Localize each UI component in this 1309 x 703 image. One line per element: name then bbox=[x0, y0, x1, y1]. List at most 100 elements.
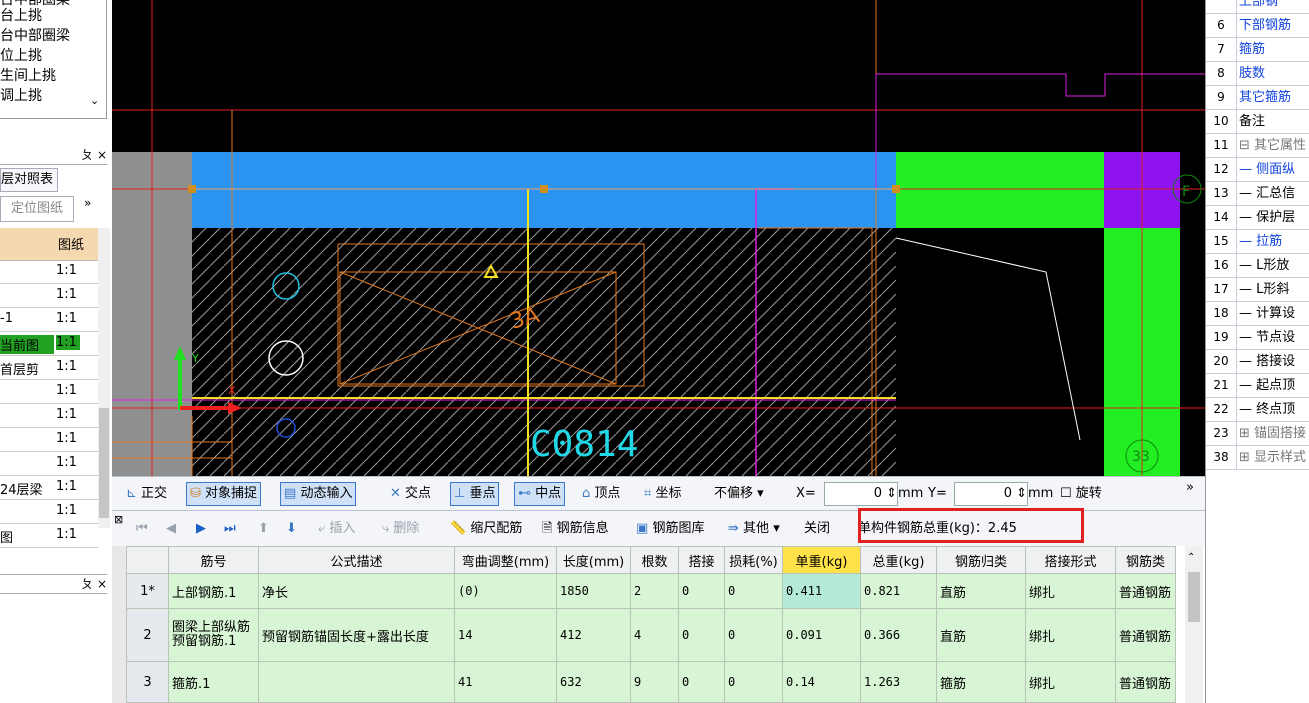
ortho-button[interactable]: ⊾ 正交 bbox=[126, 483, 167, 505]
drawing-canvas[interactable]: Y X C0814 3A F 33 bbox=[112, 0, 1205, 476]
layer-row[interactable]: 1:1 bbox=[0, 380, 98, 404]
property-row[interactable]: 17— L形斜 bbox=[1206, 278, 1309, 302]
property-row[interactable]: 12— 侧面纵 bbox=[1206, 158, 1309, 182]
property-row[interactable]: 9 其它箍筋 bbox=[1206, 86, 1309, 110]
col-header[interactable]: 总重(kg) bbox=[860, 546, 937, 574]
cell-formula[interactable]: 预留钢筋锚固长度+露出长度 bbox=[258, 608, 455, 662]
cell-unit-w[interactable]: 0.411 bbox=[782, 573, 861, 609]
close-pane-icon[interactable]: ⊠ bbox=[114, 513, 123, 526]
layer-row[interactable]: 1:1 bbox=[0, 260, 98, 284]
y-coordinate-input[interactable]: 0 ⇕ bbox=[954, 482, 1028, 506]
cell-count[interactable]: 4 bbox=[630, 608, 679, 662]
table-row[interactable]: 2 圈梁上部纵筋预留钢筋.1 预留钢筋锚固长度+露出长度 14 412 4 0 0 0.091 0… bbox=[126, 608, 1176, 662]
rebar-library-button[interactable]: ▣ 钢筋图库 bbox=[636, 519, 704, 539]
layer-row[interactable]: 1:1 bbox=[0, 428, 98, 452]
cell-lap[interactable]: 0 bbox=[678, 573, 725, 609]
row-number[interactable]: 1* bbox=[126, 573, 169, 609]
dynamic-input-button[interactable]: ▤ 动态输入 bbox=[280, 482, 357, 506]
cell-bend[interactable]: 14 bbox=[454, 608, 557, 662]
tree-item[interactable]: 位上挑 bbox=[0, 46, 42, 66]
table-row[interactable]: 1* 上部钢筋.1 净长 (0) 1850 2 0 0 0.411 0.821 直筋 绑扎 普通钢筋 bbox=[126, 573, 1176, 609]
cell-unit-w[interactable]: 0.14 bbox=[782, 661, 861, 703]
row-number[interactable]: 3 bbox=[126, 661, 169, 703]
cell-category[interactable]: 箍筋 bbox=[936, 661, 1026, 703]
property-row[interactable]: 21— 起点顶 bbox=[1206, 374, 1309, 398]
cell-lap-form[interactable]: 绑扎 bbox=[1025, 573, 1116, 609]
scroll-right-icon[interactable]: › bbox=[66, 114, 71, 118]
property-row[interactable]: 11 ⊟ 其它属性 bbox=[1206, 134, 1309, 158]
property-row[interactable]: 19— 节点设 bbox=[1206, 326, 1309, 350]
pin-close-icons[interactable]: ㄆ × bbox=[81, 577, 107, 591]
cell-bend[interactable]: (0) bbox=[454, 573, 557, 609]
layer-row[interactable]: 1:1 bbox=[0, 452, 98, 476]
move-up-icon[interactable]: ⬆ bbox=[258, 519, 269, 539]
first-record-icon[interactable]: ⏮ bbox=[136, 519, 148, 539]
property-row[interactable]: 20— 搭接设 bbox=[1206, 350, 1309, 374]
property-row[interactable]: 16— L形放 bbox=[1206, 254, 1309, 278]
layer-row[interactable]: 当前图 1:1 bbox=[0, 332, 98, 356]
cell-total-w[interactable]: 1.263 bbox=[860, 661, 937, 703]
cell-total-w[interactable]: 0.366 bbox=[860, 608, 937, 662]
cell-length[interactable]: 1850 bbox=[556, 573, 631, 609]
cell-type[interactable]: 普通钢筋 bbox=[1115, 608, 1176, 662]
property-row[interactable]: 10 备注 bbox=[1206, 110, 1309, 134]
layer-row[interactable]: 1:1 bbox=[0, 404, 98, 428]
scale-rebar-button[interactable]: 📏 缩尺配筋 bbox=[450, 519, 522, 539]
more-icon[interactable]: » bbox=[1186, 477, 1194, 499]
midpoint-snap[interactable]: ⊷ 中点 bbox=[514, 482, 566, 506]
property-row[interactable]: 14— 保护层 bbox=[1206, 206, 1309, 230]
property-row[interactable]: 18— 计算设 bbox=[1206, 302, 1309, 326]
cell-total-w[interactable]: 0.821 bbox=[860, 573, 937, 609]
layer-row[interactable]: 图 1:1 bbox=[0, 524, 98, 548]
property-row[interactable]: 38 ⊞ 显示样式 bbox=[1206, 446, 1309, 470]
table-row[interactable]: 3 箍筋.1 41 632 9 0 0 0.14 1.263 箍筋 绑扎 普通钢筋 bbox=[126, 661, 1176, 703]
x-coordinate-input[interactable]: 0 ⇕ bbox=[824, 482, 898, 506]
rotate-checkbox[interactable]: ☐ 旋转 bbox=[1060, 483, 1102, 505]
cell-count[interactable]: 2 bbox=[630, 573, 679, 609]
property-row[interactable]: 13— 汇总信 bbox=[1206, 182, 1309, 206]
property-row[interactable]: 22— 终点顶 bbox=[1206, 398, 1309, 422]
cell-name[interactable]: 上部钢筋.1 bbox=[168, 573, 259, 609]
cell-loss[interactable]: 0 bbox=[724, 608, 783, 662]
cell-length[interactable]: 412 bbox=[556, 608, 631, 662]
layer-row[interactable]: 24层梁 1:1 bbox=[0, 476, 98, 500]
col-header-selected[interactable]: 单重(kg) bbox=[782, 546, 861, 574]
tree-item[interactable]: 台上挑 bbox=[0, 6, 42, 26]
cell-lap[interactable]: 0 bbox=[678, 608, 725, 662]
property-row[interactable]: 上部钢 bbox=[1206, 0, 1309, 14]
col-header[interactable]: 搭接 bbox=[678, 546, 725, 574]
cell-formula[interactable] bbox=[258, 661, 455, 703]
scrollbar[interactable] bbox=[98, 228, 110, 528]
layer-row[interactable]: -1 1:1 bbox=[0, 308, 98, 332]
property-row[interactable]: 8 肢数 bbox=[1206, 62, 1309, 86]
property-row[interactable]: 23 ⊞ 锚固搭接 bbox=[1206, 422, 1309, 446]
tree-item[interactable]: 生间上挑 bbox=[0, 66, 56, 86]
other-menu-button[interactable]: ⇛ 其他 ▾ bbox=[728, 519, 780, 539]
layer-row[interactable]: 1:1 bbox=[0, 284, 98, 308]
col-header[interactable]: 损耗(%) bbox=[724, 546, 783, 574]
tree-item[interactable]: 台中部圈梁 bbox=[0, 26, 70, 46]
col-header[interactable]: 筋号 bbox=[168, 546, 259, 574]
layer-row[interactable]: 首层剪 1:1 bbox=[0, 356, 98, 380]
col-header[interactable]: 长度(mm) bbox=[556, 546, 631, 574]
more-icon[interactable]: » bbox=[84, 196, 91, 210]
cell-lap[interactable]: 0 bbox=[678, 661, 725, 703]
vertex-snap[interactable]: ⌂ 顶点 bbox=[582, 483, 620, 505]
cell-length[interactable]: 632 bbox=[556, 661, 631, 703]
insert-button[interactable]: ⤶ 插入 bbox=[318, 519, 355, 539]
row-number[interactable]: 2 bbox=[126, 608, 169, 662]
perpendicular-snap[interactable]: ⊥ 垂点 bbox=[450, 482, 500, 506]
rebar-info-button[interactable]: 🗎 钢筋信息 bbox=[542, 519, 609, 539]
layer-row[interactable]: 1:1 bbox=[0, 500, 98, 524]
next-record-icon[interactable]: ▶ bbox=[196, 519, 206, 539]
cell-type[interactable]: 普通钢筋 bbox=[1115, 661, 1176, 703]
prev-record-icon[interactable]: ◀ bbox=[166, 519, 176, 539]
intersection-snap[interactable]: ✕ 交点 bbox=[390, 483, 431, 505]
tree-item[interactable]: 调上挑 bbox=[0, 86, 42, 106]
cell-count[interactable]: 9 bbox=[630, 661, 679, 703]
property-row[interactable]: 7 箍筋 bbox=[1206, 38, 1309, 62]
table-scrollbar[interactable]: ⌃ bbox=[1185, 546, 1203, 703]
cell-lap-form[interactable]: 绑扎 bbox=[1025, 661, 1116, 703]
cell-category[interactable]: 直筋 bbox=[936, 608, 1026, 662]
col-header[interactable]: 搭接形式 bbox=[1025, 546, 1116, 574]
